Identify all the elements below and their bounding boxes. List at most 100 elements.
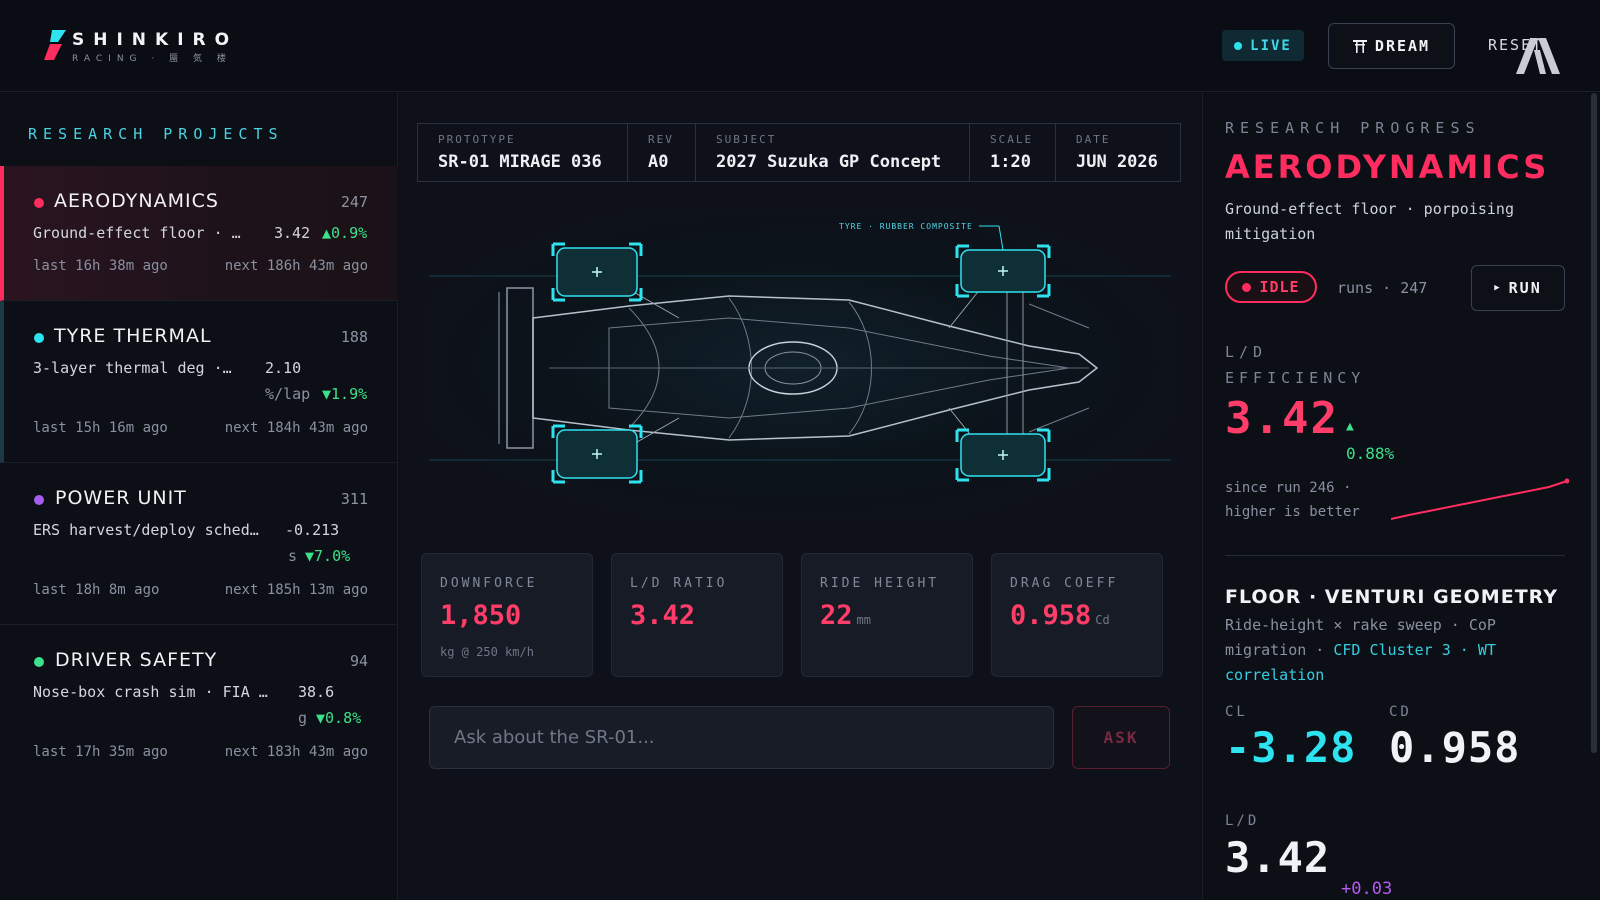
project-item-power-unit[interactable]: POWER UNIT 311 ERS harvest/deploy sched…… [0,463,398,625]
dream-label: DREAM [1374,37,1431,55]
logo-mark-icon [44,30,66,60]
panel-description: Ground-effect floor · porpoising mitigat… [1225,200,1514,243]
project-next-run: next 184h 43m ago [224,420,368,436]
project-count: 311 [340,490,368,508]
spec-value: A0 [648,152,669,172]
spec-label: REV [648,133,674,146]
project-value: 3.42 [274,224,311,242]
efficiency-delta: 0.88% [1346,444,1395,463]
metric-label: DRAG COEFF [1010,576,1119,591]
spec-prototype: PROTOTYPE SR-01 MIRAGE 036 [418,124,628,181]
project-delta: ▼0.8% [316,709,362,727]
spec-value: SR-01 MIRAGE 036 [438,152,602,172]
metric-value: 22 mm [820,600,871,631]
project-desc: Nose-box crash sim · FIA … [33,683,268,701]
efficiency-label-line1: L/D [1225,343,1268,361]
project-delta: ▼7.0% [305,547,351,565]
metric-sub: kg @ 250 km/h [440,645,534,659]
spec-label: SUBJECT [716,133,777,146]
car-wireframe-stage[interactable]: TYRE · RUBBER COMPOSITE [429,208,1171,518]
project-next-run: next 185h 13m ago [224,582,368,598]
metric-card-drag-coeff[interactable]: DRAG COEFF 0.958 Cd [991,553,1163,677]
project-next-run: next 186h 43m ago [224,258,368,274]
cd-label: CD [1389,704,1412,720]
metric-value: 0.958 Cd [1010,600,1110,631]
tyre-front-left[interactable] [955,244,1051,298]
project-desc: ERS harvest/deploy sched… [33,521,259,539]
metric-number: 22 [820,600,853,631]
efficiency-sparkline [1390,478,1569,520]
ld-value: 3.42 [1225,833,1331,882]
metric-label: RIDE HEIGHT [820,576,940,591]
project-count: 247 [340,193,368,211]
efficiency-label: L/D EFFICIENCY [1225,339,1365,391]
project-count: 188 [340,328,368,346]
metric-unit: mm [856,613,871,627]
f1-car-wireframe-icon: TYRE · RUBBER COMPOSITE [429,222,1171,484]
metric-value: 3.42 [630,600,695,631]
project-delta: ▼1.9% [322,385,368,403]
brand-a-icon [1516,38,1560,74]
tyre-rear-right[interactable] [551,424,643,484]
spec-scale: SCALE 1:20 [970,124,1056,181]
tyre-front-right[interactable] [955,428,1051,482]
metric-label: DOWNFORCE [440,576,538,591]
status-dot-icon [34,495,44,505]
projects-sidebar: RESEARCH PROJECTS AERODYNAMICS 247 Groun… [0,93,398,900]
project-item-aerodynamics[interactable]: AERODYNAMICS 247 Ground-effect floor · …… [0,166,398,301]
live-indicator[interactable]: LIVE [1222,30,1304,61]
tyre-callout: TYRE · RUBBER COMPOSITE [839,222,973,231]
brand-logo[interactable]: SHINKIRO RACING · 蜃 気 楼 [44,30,238,64]
spec-rev: REV A0 [628,124,696,181]
live-label: LIVE [1250,37,1292,54]
metric-unit: Cd [1095,613,1110,627]
status-badge: IDLE [1225,271,1317,303]
project-unit: s [288,547,298,565]
metric-card-downforce[interactable]: DOWNFORCE 1,850 kg @ 250 km/h [421,553,593,677]
project-last-run: last 16h 38m ago [33,258,168,274]
metric-number: 1,850 [440,600,522,631]
run-button[interactable]: ▶ RUN [1471,265,1565,311]
brand-name: SHINKIRO [72,30,239,50]
spec-label: SCALE [990,133,1034,146]
torii-icon [1352,40,1367,53]
prototype-workspace: PROTOTYPE SR-01 MIRAGE 036 REV A0 SUBJEC… [399,93,1201,900]
project-name: POWER UNIT [55,487,187,509]
metric-number: 0.958 [1010,600,1092,631]
project-name: DRIVER SAFETY [55,649,218,671]
project-value: 2.10 [265,359,302,377]
status-dot-icon [34,198,44,208]
panel-scrollbar[interactable] [1591,93,1597,753]
dream-button[interactable]: DREAM [1328,23,1455,69]
ld-label: L/D [1225,813,1260,829]
efficiency-value: 3.42 [1225,393,1339,444]
status-label: IDLE [1259,278,1300,296]
cl-label: CL [1225,704,1248,720]
status-dot-icon [34,333,44,343]
project-name: TYRE THERMAL [54,325,212,347]
live-dot-icon [1234,41,1243,50]
project-item-driver-safety[interactable]: DRIVER SAFETY 94 Nose-box crash sim · FI… [0,625,398,787]
metric-card-ride-height[interactable]: RIDE HEIGHT 22 mm [801,553,973,677]
project-unit: g [298,709,308,727]
top-bar: SHINKIRO RACING · 蜃 気 楼 LIVE DREAM RESET [0,0,1600,92]
ask-input[interactable]: Ask about the SR-01... [429,706,1054,769]
status-dot-icon [1242,282,1252,292]
project-desc: 3-layer thermal deg ·… [33,359,232,377]
metric-label: L/D RATIO [630,576,728,591]
panel-heading: RESEARCH PROGRESS [1225,119,1481,137]
sidebar-title: RESEARCH PROJECTS [28,125,284,143]
spec-value: 2027 Suzuka GP Concept [716,152,942,172]
efficiency-note-line2: higher is better [1225,504,1360,520]
spec-subject: SUBJECT 2027 Suzuka GP Concept [696,124,970,181]
tyre-rear-left[interactable] [551,242,643,302]
project-count: 94 [349,652,368,670]
ld-delta: +0.03 [1341,879,1393,899]
metric-card-ld-ratio[interactable]: L/D RATIO 3.42 [611,553,783,677]
efficiency-note: since run 246 · higher is better [1225,476,1360,524]
metric-value: 1,850 [440,600,521,631]
cd-value: 0.958 [1389,723,1521,772]
project-item-tyre-thermal[interactable]: TYRE THERMAL 188 3-layer thermal deg ·… … [0,301,398,463]
project-last-run: last 15h 16m ago [33,420,168,436]
ask-button[interactable]: ASK [1072,706,1170,769]
